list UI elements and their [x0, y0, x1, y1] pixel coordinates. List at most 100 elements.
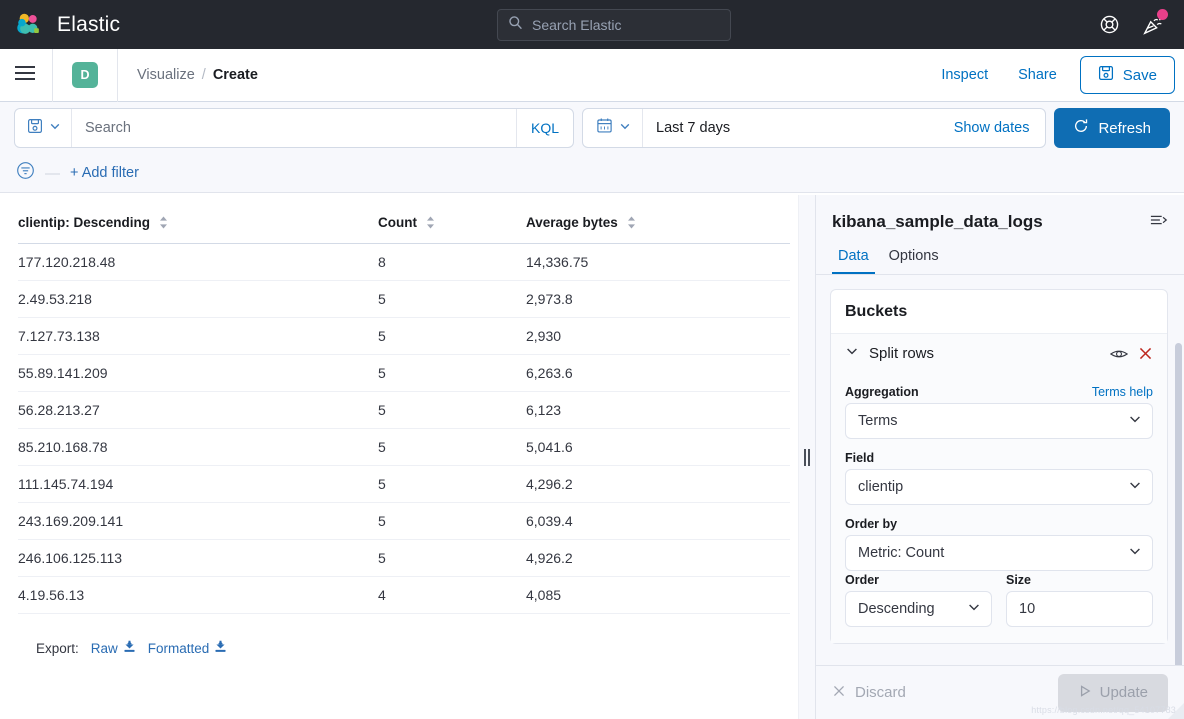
save-floppy-icon [27, 118, 43, 139]
nav-actions: Inspect Share Save [926, 56, 1175, 94]
close-x-icon[interactable] [1138, 346, 1153, 361]
count-cell: 5 [378, 355, 526, 392]
breadcrumb-item-create: Create [213, 67, 258, 83]
query-search-input[interactable]: Search [72, 120, 516, 136]
size-value: 10 [1019, 601, 1035, 617]
aggregation-select[interactable]: Terms [845, 403, 1153, 439]
field-select[interactable]: clientip [845, 469, 1153, 505]
date-picker-group: Last 7 days Show dates [582, 108, 1046, 148]
main-content: clientip: Descending Count [0, 195, 1184, 719]
average-bytes-cell: 2,973.8 [526, 281, 790, 318]
editor-footer: Discard Update [816, 665, 1184, 719]
data-table-wrapper: clientip: Descending Count [0, 195, 798, 656]
editor-panel-header: kibana_sample_data_logs [816, 195, 1184, 233]
tab-data[interactable]: Data [832, 244, 875, 274]
table-head: clientip: Descending Count [18, 209, 790, 244]
bucket-name: Split rows [869, 345, 1100, 362]
table-row: 85.210.168.7855,041.6 [18, 429, 790, 466]
aggregation-label-row: Aggregation Terms help [845, 385, 1153, 399]
editor-scrollbar[interactable] [1175, 343, 1182, 665]
date-quick-menu-button[interactable] [583, 109, 643, 147]
average-bytes-cell: 4,296.2 [526, 466, 790, 503]
table-row: 2.49.53.21852,973.8 [18, 281, 790, 318]
order-value: Descending [858, 601, 935, 617]
export-raw-label: Raw [91, 641, 118, 656]
aggregation-value: Terms [858, 413, 897, 429]
order-group: Order Descending [845, 571, 992, 627]
count-cell: 5 [378, 503, 526, 540]
close-x-icon [832, 684, 846, 702]
saved-query-menu-button[interactable] [15, 109, 72, 147]
clientip-cell: 243.169.209.141 [18, 503, 378, 540]
filter-funnel-icon[interactable] [16, 161, 35, 185]
space-avatar[interactable]: D [72, 62, 98, 88]
table-row: 246.106.125.11354,926.2 [18, 540, 790, 577]
column-header-count-label: Count [378, 215, 417, 230]
hamburger-menu-icon[interactable] [0, 65, 52, 86]
clientip-cell: 111.145.74.194 [18, 466, 378, 503]
refresh-button-label: Refresh [1098, 120, 1151, 137]
column-header-average-bytes[interactable]: Average bytes [526, 209, 790, 244]
terms-help-link[interactable]: Terms help [1092, 385, 1153, 399]
order-by-select[interactable]: Metric: Count [845, 535, 1153, 571]
export-formatted-link[interactable]: Formatted [148, 640, 228, 656]
buckets-card: Buckets Split rows [830, 289, 1168, 644]
count-cell: 5 [378, 392, 526, 429]
refresh-button[interactable]: Refresh [1054, 108, 1170, 148]
export-raw-link[interactable]: Raw [91, 640, 136, 656]
chevron-down-icon [1128, 478, 1142, 496]
clientip-cell: 7.127.73.138 [18, 318, 378, 355]
table-body: 177.120.218.48814,336.752.49.53.21852,97… [18, 244, 790, 614]
order-select[interactable]: Descending [845, 591, 992, 627]
elastic-logo-icon [14, 10, 44, 40]
chevron-down-icon [49, 119, 61, 137]
table-row: 243.169.209.14156,039.4 [18, 503, 790, 540]
help-lifebuoy-icon[interactable] [1099, 14, 1120, 35]
update-button[interactable]: Update [1058, 674, 1168, 712]
global-search-input[interactable]: Search Elastic [497, 9, 731, 41]
clientip-cell: 55.89.141.209 [18, 355, 378, 392]
table-row: 4.19.56.1344,085 [18, 577, 790, 614]
play-triangle-icon [1078, 684, 1092, 702]
chevron-down-icon[interactable] [845, 344, 859, 363]
average-bytes-cell: 14,336.75 [526, 244, 790, 281]
table-row: 177.120.218.48814,336.75 [18, 244, 790, 281]
discard-button[interactable]: Discard [832, 684, 906, 702]
chevron-down-icon [619, 119, 631, 137]
query-language-button[interactable]: KQL [516, 109, 573, 147]
average-bytes-cell: 6,039.4 [526, 503, 790, 540]
editor-body: Buckets Split rows [816, 275, 1184, 665]
bucket-header: Split rows [845, 344, 1153, 373]
add-filter-button[interactable]: + Add filter [70, 165, 139, 181]
date-range-display[interactable]: Last 7 days [643, 120, 954, 136]
size-input[interactable]: 10 [1006, 591, 1153, 627]
count-cell: 5 [378, 281, 526, 318]
show-dates-button[interactable]: Show dates [954, 120, 1046, 136]
count-cell: 8 [378, 244, 526, 281]
download-icon [123, 640, 136, 656]
pane-resize-handle[interactable] [798, 195, 815, 719]
share-button[interactable]: Share [1003, 67, 1072, 83]
party-popper-icon[interactable] [1142, 14, 1164, 36]
eye-icon[interactable] [1110, 347, 1128, 361]
size-group: Size 10 [1006, 571, 1153, 627]
brand[interactable]: Elastic [0, 10, 120, 40]
column-header-clientip[interactable]: clientip: Descending [18, 209, 378, 244]
sort-arrows-icon[interactable] [627, 216, 636, 229]
editor-panel: kibana_sample_data_logs Data Options Buc… [815, 195, 1184, 719]
sort-arrows-icon[interactable] [159, 216, 168, 229]
table-row: 111.145.74.19454,296.2 [18, 466, 790, 503]
index-pattern-title: kibana_sample_data_logs [832, 212, 1043, 232]
column-header-count[interactable]: Count [378, 209, 526, 244]
order-label: Order [845, 573, 879, 587]
collapse-panel-icon[interactable] [1150, 212, 1168, 233]
clientip-cell: 177.120.218.48 [18, 244, 378, 281]
clientip-cell: 246.106.125.113 [18, 540, 378, 577]
breadcrumb-item-visualize[interactable]: Visualize [137, 67, 195, 83]
tab-options[interactable]: Options [883, 244, 945, 274]
sort-arrows-icon[interactable] [426, 216, 435, 229]
inspect-button[interactable]: Inspect [926, 67, 1003, 83]
count-cell: 4 [378, 577, 526, 614]
save-button[interactable]: Save [1080, 56, 1175, 94]
table-row: 56.28.213.2756,123 [18, 392, 790, 429]
